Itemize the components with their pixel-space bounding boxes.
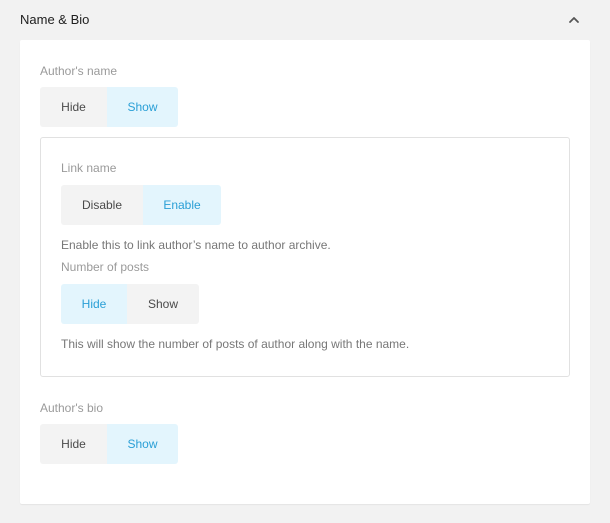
panel-header[interactable]: Name & Bio: [0, 0, 610, 40]
authors-bio-label: Author's bio: [40, 401, 103, 415]
authors-name-toggle: Hide Show: [40, 87, 178, 127]
number-of-posts-hide-option[interactable]: Hide: [61, 284, 127, 324]
authors-bio-toggle: Hide Show: [40, 424, 178, 464]
chevron-up-icon[interactable]: [566, 12, 582, 28]
number-of-posts-help-text: This will show the number of posts of au…: [61, 337, 410, 351]
authors-name-label: Author's name: [40, 64, 117, 78]
authors-name-show-option[interactable]: Show: [107, 87, 178, 127]
panel-title: Name & Bio: [20, 12, 90, 27]
link-name-label: Link name: [61, 161, 117, 175]
authors-bio-show-option[interactable]: Show: [107, 424, 178, 464]
settings-card: Author's name Hide Show Link name Disabl…: [20, 40, 590, 504]
link-name-enable-option[interactable]: Enable: [143, 185, 221, 225]
number-of-posts-toggle: Hide Show: [61, 284, 199, 324]
link-name-toggle: Disable Enable: [61, 185, 221, 225]
link-name-help-text: Enable this to link author’s name to aut…: [61, 238, 331, 252]
name-bio-panel: Name & Bio Author's name Hide Show Link …: [0, 0, 610, 523]
number-of-posts-label: Number of posts: [61, 260, 150, 274]
number-of-posts-show-option[interactable]: Show: [127, 284, 199, 324]
authors-bio-hide-option[interactable]: Hide: [40, 424, 107, 464]
authors-name-hide-option[interactable]: Hide: [40, 87, 107, 127]
link-name-disable-option[interactable]: Disable: [61, 185, 143, 225]
link-settings-box: Link name Disable Enable Enable this to …: [40, 137, 570, 377]
